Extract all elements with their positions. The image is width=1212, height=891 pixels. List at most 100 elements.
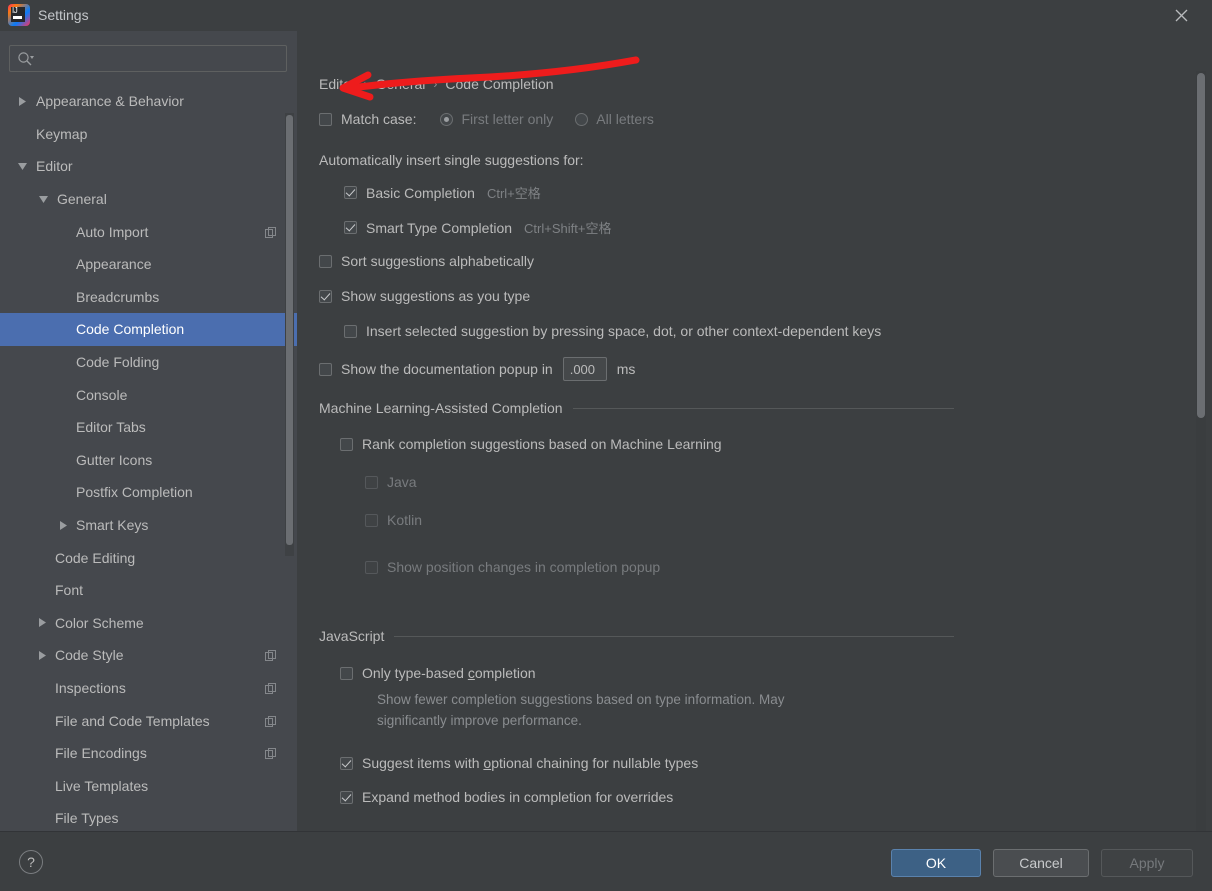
basic-completion-checkbox[interactable] — [344, 186, 357, 199]
only-type-based-checkbox[interactable] — [340, 666, 353, 680]
sidebar-item-editor-tabs[interactable]: Editor Tabs — [0, 411, 297, 444]
ml-java-label: Java — [387, 474, 417, 490]
documentation-popup-row: Show the documentation popup in .000 ms — [319, 357, 635, 381]
ok-button[interactable]: OK — [891, 849, 981, 877]
apply-button: Apply — [1101, 849, 1193, 877]
chevron-down-icon[interactable] — [16, 160, 28, 172]
first-letter-only-option[interactable]: First letter only — [440, 111, 553, 127]
breadcrumb-editor[interactable]: Editor — [319, 76, 356, 92]
smart-type-completion-checkbox[interactable] — [344, 221, 357, 234]
chevron-right-icon[interactable] — [36, 649, 48, 661]
javascript-section-title: JavaScript — [319, 628, 385, 644]
sidebar-item-file-and-code-templates[interactable]: File and Code Templates — [0, 704, 297, 737]
main-scrollbar-thumb[interactable] — [1197, 73, 1205, 418]
sidebar-item-auto-import[interactable]: Auto Import — [0, 215, 297, 248]
sidebar-item-file-encodings[interactable]: File Encodings — [0, 737, 297, 770]
ml-section-title: Machine Learning-Assisted Completion — [319, 400, 563, 416]
ml-position-changes-label: Show position changes in completion popu… — [387, 559, 661, 575]
sidebar-item-general[interactable]: General — [0, 183, 297, 216]
sidebar-item-appearance[interactable]: Appearance — [0, 248, 297, 281]
sidebar-item-label: Font — [55, 582, 84, 599]
smart-type-completion-shortcut: Ctrl+Shift+空格 — [524, 221, 612, 236]
expand-method-bodies-row[interactable]: Expand method bodies in completion for o… — [340, 789, 673, 805]
insert-selected-suggestion-checkbox[interactable] — [344, 324, 357, 338]
show-as-you-type-checkbox[interactable] — [319, 289, 332, 303]
sidebar-item-code-style[interactable]: Code Style — [0, 639, 297, 672]
sidebar-item-color-scheme[interactable]: Color Scheme — [0, 607, 297, 640]
show-as-you-type-row[interactable]: Show suggestions as you type — [319, 288, 530, 304]
sidebar-item-breadcrumbs[interactable]: Breadcrumbs — [0, 281, 297, 314]
ml-kotlin-label: Kotlin — [387, 512, 423, 528]
sidebar-scrollbar-thumb[interactable] — [286, 115, 293, 545]
sidebar-item-keymap[interactable]: Keymap — [0, 118, 297, 151]
breadcrumb-general[interactable]: General — [376, 76, 426, 92]
all-letters-option[interactable]: All letters — [575, 111, 654, 127]
sidebar-item-label: Editor — [36, 158, 73, 175]
sidebar-item-font[interactable]: Font — [0, 574, 297, 607]
sidebar-item-label: File and Code Templates — [55, 712, 210, 729]
sidebar-item-label: Auto Import — [76, 223, 149, 240]
sidebar-item-postfix-completion[interactable]: Postfix Completion — [0, 476, 297, 509]
sidebar-item-label: Color Scheme — [55, 614, 144, 631]
basic-completion-row[interactable]: Basic Completion Ctrl+空格 — [344, 183, 541, 202]
sidebar-item-label: Code Editing — [55, 549, 136, 566]
optional-chaining-checkbox[interactable] — [340, 756, 353, 770]
documentation-popup-label: Show the documentation popup in — [341, 361, 553, 377]
sidebar-item-label: Breadcrumbs — [76, 288, 160, 305]
only-type-based-row[interactable]: Only type-based completion — [340, 665, 536, 681]
match-case-row: Match case: First letter only All letter… — [319, 111, 654, 127]
optional-chaining-row[interactable]: Suggest items with optional chaining for… — [340, 755, 698, 771]
help-button[interactable]: ? — [19, 850, 43, 874]
ml-rank-checkbox[interactable] — [340, 437, 353, 451]
sidebar-item-code-folding[interactable]: Code Folding — [0, 346, 297, 379]
sidebar-item-label: Console — [76, 386, 128, 403]
sidebar-item-editor[interactable]: Editor — [0, 150, 297, 183]
expand-method-bodies-checkbox[interactable] — [340, 790, 353, 804]
show-as-you-type-label: Show suggestions as you type — [341, 288, 531, 304]
documentation-popup-delay-input[interactable]: .000 — [562, 357, 607, 381]
intellij-idea-logo-icon: IJ — [8, 4, 30, 26]
documentation-popup-unit: ms — [616, 361, 636, 377]
chevron-right-icon[interactable] — [36, 617, 48, 629]
breadcrumb-code-completion: Code Completion — [445, 76, 554, 92]
sidebar-item-code-editing[interactable]: Code Editing — [0, 541, 297, 574]
ml-kotlin-row: Kotlin — [365, 512, 422, 528]
close-icon[interactable] — [1158, 0, 1204, 31]
match-case-checkbox[interactable] — [319, 112, 332, 126]
settings-main-panel: Editor › General › Code Completion Match… — [297, 31, 1212, 831]
insert-selected-suggestion-label: Insert selected suggestion by pressing s… — [366, 323, 882, 339]
smart-type-completion-row[interactable]: Smart Type Completion Ctrl+Shift+空格 — [344, 218, 611, 237]
sidebar-item-label: Keymap — [36, 125, 88, 142]
sidebar-item-gutter-icons[interactable]: Gutter Icons — [0, 444, 297, 477]
ml-rank-row[interactable]: Rank completion suggestions based on Mac… — [340, 436, 722, 452]
chevron-right-icon[interactable] — [57, 519, 69, 531]
sidebar-item-live-templates[interactable]: Live Templates — [0, 769, 297, 802]
cancel-button[interactable]: Cancel — [993, 849, 1089, 877]
sidebar-item-console[interactable]: Console — [0, 378, 297, 411]
sidebar-item-appearance-behavior[interactable]: Appearance & Behavior — [0, 85, 297, 118]
copy-settings-icon — [265, 226, 277, 238]
search-input[interactable] — [40, 46, 280, 71]
chevron-right-icon[interactable] — [16, 95, 28, 107]
sidebar-item-smart-keys[interactable]: Smart Keys — [0, 509, 297, 542]
sidebar-item-label: Inspections — [55, 679, 126, 696]
sort-alphabetically-row[interactable]: Sort suggestions alphabetically — [319, 253, 534, 269]
title-bar: IJ Settings — [0, 0, 1212, 31]
documentation-popup-checkbox[interactable] — [319, 362, 332, 376]
only-type-based-help-text: Show fewer completion suggestions based … — [377, 692, 785, 728]
insert-selected-suggestion-row[interactable]: Insert selected suggestion by pressing s… — [344, 323, 881, 339]
sidebar-item-label: Smart Keys — [76, 517, 149, 534]
settings-dialog: IJ Settings Appearance & Behavior Keymap… — [0, 0, 1212, 891]
sidebar-item-label: Postfix Completion — [76, 484, 193, 501]
all-letters-radio[interactable] — [575, 112, 589, 126]
chevron-down-icon[interactable] — [37, 193, 49, 205]
first-letter-only-radio[interactable] — [440, 112, 454, 126]
sort-alphabetically-checkbox[interactable] — [319, 254, 332, 268]
sidebar-item-inspections[interactable]: Inspections — [0, 672, 297, 705]
sidebar-item-label: General — [57, 191, 107, 208]
sidebar-item-file-types[interactable]: File Types — [0, 802, 297, 831]
sidebar-item-code-completion[interactable]: Code Completion — [0, 313, 297, 346]
search-icon — [17, 51, 35, 67]
copy-settings-icon — [265, 747, 277, 760]
dialog-footer: ? OK Cancel Apply — [0, 831, 1212, 891]
